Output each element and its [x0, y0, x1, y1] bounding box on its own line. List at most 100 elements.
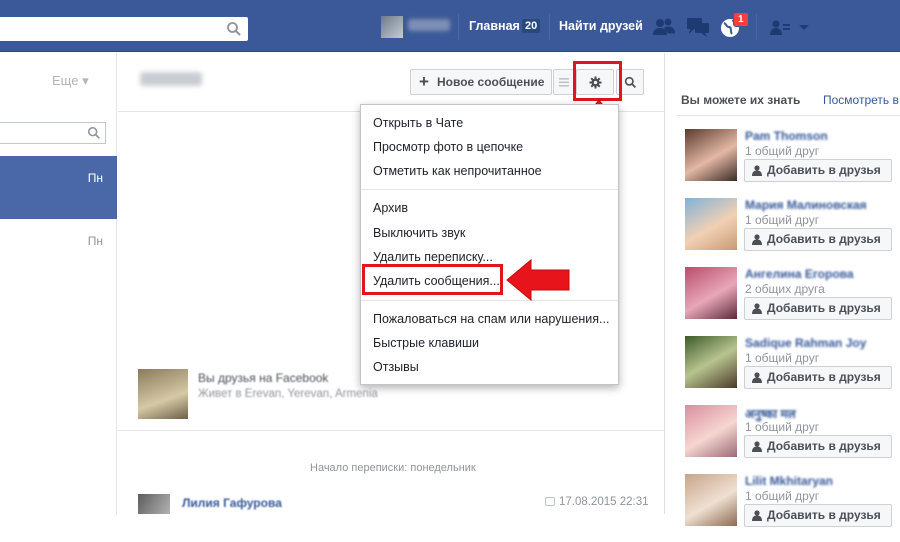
friend-status-text: Вы друзья на Facebook: [198, 371, 329, 385]
conversation-settings-menu: Открыть в Чате Просмотр фото в цепочке О…: [360, 104, 619, 385]
more-dropdown[interactable]: Еще ▾: [52, 73, 89, 89]
pymk-avatar[interactable]: [685, 405, 737, 457]
pymk-person-name[interactable]: Ангелина Егорова: [745, 267, 854, 281]
messages-icon[interactable]: [686, 16, 710, 38]
conversation-title-blurred: [140, 72, 202, 86]
pymk-divider: [677, 115, 900, 116]
add-friend-icon: [752, 165, 762, 176]
pointer-arrow-left-icon: [506, 258, 570, 302]
pymk-person-name[interactable]: Lilit Mkhitaryan: [745, 474, 833, 488]
pymk-avatar[interactable]: [685, 474, 737, 526]
pymk-mutual-friends[interactable]: 1 общий друг: [745, 213, 819, 227]
notifications-count-badge: 1: [733, 12, 749, 27]
pymk-person: Pam Thomson 1 общий друг Добавить в друз…: [665, 128, 900, 197]
add-friend-icon: [752, 372, 762, 383]
search-icon: [624, 76, 637, 89]
add-friend-icon: [752, 441, 762, 452]
message-icon: [545, 497, 555, 506]
pymk-see-all-link[interactable]: Посмотреть в: [823, 93, 899, 107]
thread-day: Пн: [87, 234, 103, 248]
nav-divider: [756, 14, 757, 40]
pymk-title: Вы можете их знать: [681, 93, 801, 107]
plus-icon: +: [419, 72, 429, 91]
menu-item-report-spam[interactable]: Пожаловаться на спам или нарушения...: [373, 312, 609, 326]
menu-item-view-photos[interactable]: Просмотр фото в цепочке: [373, 140, 523, 154]
thread-search-input[interactable]: [0, 122, 106, 144]
pymk-mutual-friends[interactable]: 1 общий друг: [745, 420, 819, 434]
search-icon[interactable]: [87, 126, 101, 140]
add-friend-icon: [752, 510, 762, 521]
menu-item-feedback[interactable]: Отзывы: [373, 360, 419, 374]
add-friend-button[interactable]: Добавить в друзья: [744, 159, 892, 182]
people-you-may-know-panel: Вы можете их знать Посмотреть в Pam Thom…: [664, 53, 900, 527]
thread-day: Пн: [87, 171, 103, 185]
add-friend-button[interactable]: Добавить в друзья: [744, 435, 892, 458]
list-icon: [559, 78, 569, 87]
pymk-person-name[interactable]: Pam Thomson: [745, 129, 828, 143]
pymk-person: Мария Малиновская 1 общий друг Добавить …: [665, 197, 900, 266]
pymk-mutual-friends[interactable]: 1 общий друг: [745, 351, 819, 365]
add-friend-label: Добавить в друзья: [767, 370, 881, 384]
friend-requests-icon[interactable]: [652, 16, 676, 38]
new-message-label: Новое сообщение: [437, 75, 545, 89]
account-menu-chevron-down-icon[interactable]: [796, 16, 812, 38]
pymk-avatar[interactable]: [685, 198, 737, 250]
pymk-avatar[interactable]: [685, 267, 737, 319]
friend-location-text: Живет в Erevan, Yerevan, Armenia: [198, 388, 378, 400]
gear-highlight-box: [573, 61, 622, 101]
pymk-person: अनुष्का मल 1 общий друг Добавить в друзь…: [665, 404, 900, 473]
message-author-name[interactable]: Лилия Гафурова: [182, 496, 282, 510]
conversation-divider: [118, 430, 664, 431]
thread-row-selected[interactable]: Пн: [0, 156, 117, 219]
add-friend-label: Добавить в друзья: [767, 439, 881, 453]
menu-item-mark-unread[interactable]: Отметить как непрочитанное: [373, 164, 542, 178]
pymk-avatar[interactable]: [685, 129, 737, 181]
sidebar-toggle-button[interactable]: [553, 69, 575, 95]
message-time-text: 17.08.2015 22:31: [559, 496, 649, 508]
pymk-avatar[interactable]: [685, 336, 737, 388]
thread-list-panel: Еще ▾ Пн Пн: [0, 53, 117, 514]
search-icon[interactable]: [226, 21, 242, 37]
menu-item-archive[interactable]: Архив: [373, 201, 408, 215]
nav-home-link[interactable]: Главная: [469, 19, 520, 33]
add-friend-icon: [752, 234, 762, 245]
add-friend-button[interactable]: Добавить в друзья: [744, 228, 892, 251]
nav-divider: [458, 14, 459, 40]
thread-row[interactable]: Пн: [0, 219, 117, 282]
add-friend-label: Добавить в друзья: [767, 301, 881, 315]
add-friend-button[interactable]: Добавить в друзья: [744, 504, 892, 527]
add-friend-button[interactable]: Добавить в друзья: [744, 297, 892, 320]
message-author-avatar[interactable]: [138, 494, 170, 514]
conversation-start-label: Начало переписки: понедельник: [310, 462, 476, 474]
pymk-mutual-friends[interactable]: 2 общих друга: [745, 282, 825, 296]
privacy-shortcuts-icon[interactable]: [768, 16, 792, 38]
menu-item-open-in-chat[interactable]: Открыть в Чате: [373, 116, 463, 130]
profile-name-blurred[interactable]: [408, 19, 450, 31]
message-timestamp: 17.08.2015 22:31: [545, 496, 649, 508]
menu-divider: [361, 300, 618, 301]
pymk-mutual-friends[interactable]: 1 общий друг: [745, 144, 819, 158]
menu-item-mute[interactable]: Выключить звук: [373, 226, 465, 240]
profile-avatar[interactable]: [381, 16, 403, 38]
delete-messages-highlight-box: [362, 264, 503, 295]
pymk-person-name[interactable]: Мария Малиновская: [745, 198, 867, 212]
menu-item-delete-conversation[interactable]: Удалить переписку...: [373, 250, 493, 264]
friend-avatar[interactable]: [138, 369, 188, 419]
add-friend-label: Добавить в друзья: [767, 232, 881, 246]
menu-item-keyboard-shortcuts[interactable]: Быстрые клавиши: [373, 336, 479, 350]
pymk-person-name[interactable]: Sadique Rahman Joy: [745, 336, 866, 350]
home-count-badge: 20: [522, 19, 541, 33]
pymk-person: Ангелина Егорова 2 общих друга Добавить …: [665, 266, 900, 335]
new-message-button[interactable]: + Новое сообщение: [410, 69, 552, 95]
menu-divider: [361, 189, 618, 190]
global-search-input[interactable]: [0, 17, 248, 41]
top-navigation-bar: Главная 20 Найти друзей 1: [0, 0, 900, 52]
pymk-mutual-friends[interactable]: 1 общий друг: [745, 489, 819, 503]
pymk-person: Lilit Mkhitaryan 1 общий друг Добавить в…: [665, 473, 900, 542]
nav-divider: [549, 14, 550, 40]
add-friend-button[interactable]: Добавить в друзья: [744, 366, 892, 389]
nav-find-friends-link[interactable]: Найти друзей: [559, 19, 643, 33]
add-friend-label: Добавить в друзья: [767, 163, 881, 177]
pymk-person: Sadique Rahman Joy 1 общий друг Добавить…: [665, 335, 900, 404]
add-friend-icon: [752, 303, 762, 314]
